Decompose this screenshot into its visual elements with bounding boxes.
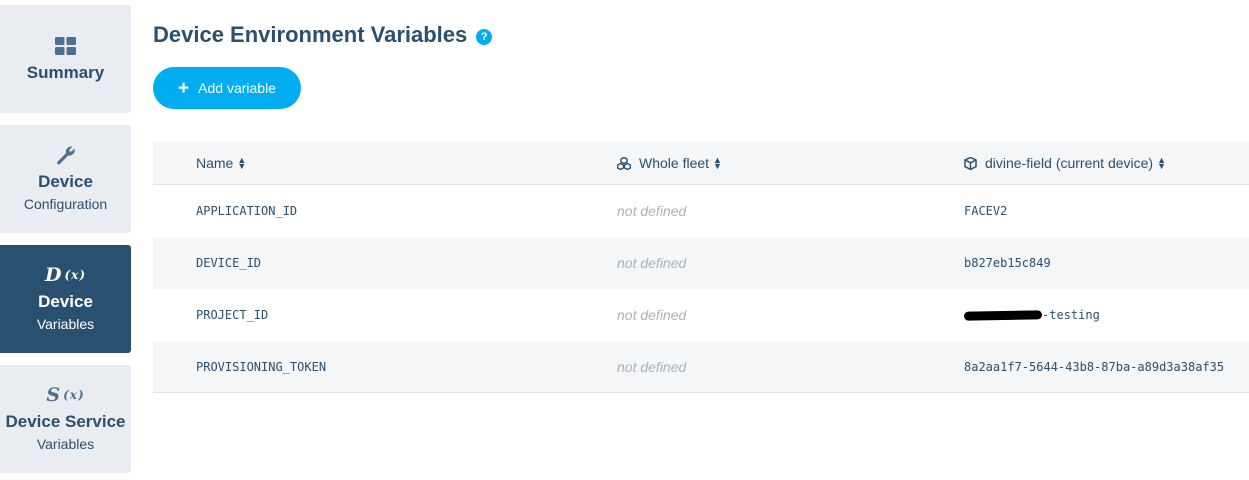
sort-icon: ▲ ▼ [1157, 155, 1166, 171]
device-value: -testing [1042, 308, 1100, 322]
sort-icon: ▲ ▼ [237, 155, 247, 171]
table-header: Name ▲ ▼ Whole fleet ▲ ▼ divine-field (c… [153, 141, 1249, 185]
plus-icon: + [178, 77, 190, 99]
variable-name: APPLICATION_ID [196, 204, 298, 218]
fleet-value: not defined [617, 307, 687, 323]
column-header-name[interactable]: Name ▲ ▼ [196, 141, 246, 185]
cube-icon [964, 156, 977, 170]
sidebar-item-device-configuration[interactable]: Device Configuration [0, 125, 131, 233]
device-value: FACEV2 [964, 204, 1008, 218]
add-variable-label: Add variable [198, 80, 276, 96]
wrench-icon [55, 144, 77, 166]
variable-name: PROVISIONING_TOKEN [196, 360, 327, 374]
fleet-value: not defined [617, 203, 687, 219]
grid-icon [55, 35, 76, 57]
sidebar-item-sublabel: Configuration [23, 196, 108, 212]
column-header-current-device[interactable]: divine-field (current device) ▲ ▼ [964, 141, 1166, 185]
variable-name: DEVICE_ID [196, 256, 262, 270]
sidebar-item-sublabel: Variables [36, 316, 95, 332]
sidebar-item-device-variables[interactable]: D (x) Device Variables [0, 245, 131, 353]
table-row[interactable]: PROVISIONING_TOKEN not defined 8a2aa1f7-… [153, 341, 1249, 393]
fleet-value: not defined [617, 359, 687, 375]
device-variables-icon: D (x) [45, 264, 86, 286]
fleet-value: not defined [617, 255, 687, 271]
help-icon[interactable]: ? [476, 28, 493, 45]
page-title: Device Environment Variables ? [153, 22, 493, 48]
add-variable-button[interactable]: + Add variable [153, 67, 301, 109]
cubes-icon [617, 156, 631, 170]
redaction-mark [963, 309, 1043, 321]
variable-name: PROJECT_ID [196, 308, 269, 322]
sidebar-item-label: Summary [26, 63, 105, 82]
sidebar-item-label: Device Service [5, 412, 126, 431]
column-header-whole-fleet[interactable]: Whole fleet ▲ ▼ [617, 141, 722, 185]
sidebar-item-sublabel: Variables [36, 436, 95, 452]
page-title-text: Device Environment Variables [153, 22, 468, 47]
device-value-container: -testing [963, 289, 1100, 341]
sidebar-item-label: Device [38, 172, 93, 191]
device-value: b827eb15c849 [964, 256, 1051, 270]
sidebar: Summary Device Configuration D (x) Device… [0, 0, 131, 480]
sidebar-item-device-service-variables[interactable]: S (x) Device Service Variables [0, 365, 131, 473]
service-variables-icon: S (x) [46, 384, 85, 406]
sidebar-item-label: Device [38, 292, 93, 311]
device-value: 8a2aa1f7-5644-43b8-87ba-a89d3a38af35 [964, 360, 1225, 374]
table-row[interactable]: DEVICE_ID not defined b827eb15c849 [153, 237, 1249, 289]
sidebar-item-summary[interactable]: Summary [0, 5, 131, 113]
table-row[interactable]: PROJECT_ID not defined -testing [153, 289, 1249, 341]
variables-table: Name ▲ ▼ Whole fleet ▲ ▼ divine-field (c… [153, 141, 1249, 393]
table-row[interactable]: APPLICATION_ID not defined FACEV2 [153, 185, 1249, 237]
sort-icon: ▲ ▼ [713, 155, 722, 171]
